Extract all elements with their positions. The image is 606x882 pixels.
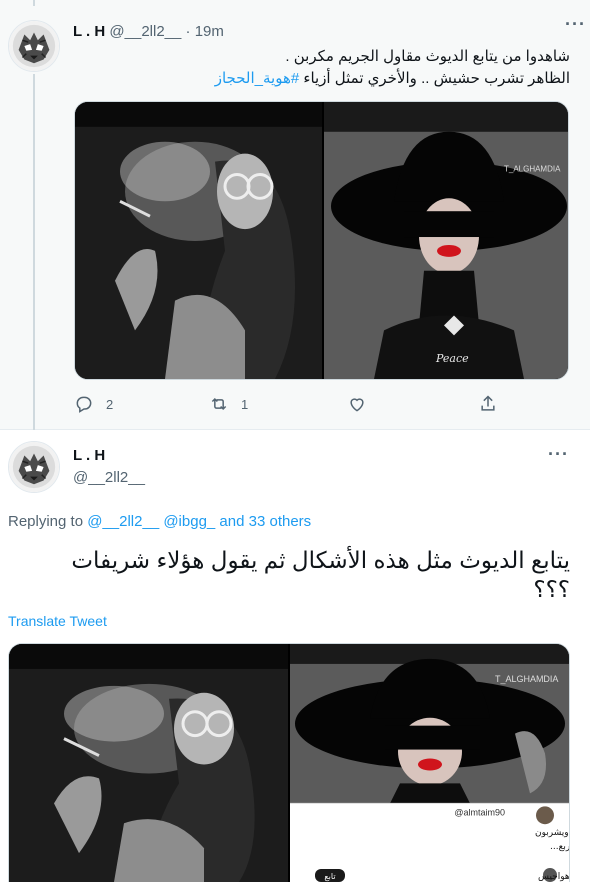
share-icon — [481, 395, 495, 411]
media-photo-smoking-woman[interactable] — [75, 102, 322, 379]
share-button[interactable] — [478, 394, 498, 414]
replying-prefix: Replying to — [8, 513, 84, 530]
hashtag-link[interactable]: #هوية_الحجاز — [215, 70, 299, 87]
reply-count: 2 — [106, 396, 114, 412]
author-handle[interactable]: @__2ll2__ — [73, 469, 145, 486]
tweet-time[interactable]: 19m — [195, 23, 224, 40]
reply-button[interactable]: 2 — [74, 394, 113, 414]
thread-line — [33, 74, 35, 430]
author-handle[interactable]: @__2ll2__ — [109, 23, 181, 40]
retweet-button[interactable]: 1 — [209, 394, 248, 414]
like-button[interactable] — [347, 394, 367, 414]
separator: · — [185, 23, 191, 40]
avatar[interactable] — [8, 20, 60, 72]
avatar[interactable] — [8, 441, 60, 493]
tweet-text-line: يتابع الديوث مثل هذه الأشكال ثم يقول هؤل… — [71, 547, 570, 573]
image-watermark: T_ALGHAMDIA — [504, 165, 561, 174]
replying-to: Replying to @__2ll2__ @ibgg_ and 33 othe… — [8, 513, 311, 530]
author-name[interactable]: L . H — [73, 23, 105, 40]
retweet-count: 1 — [241, 396, 249, 412]
tweet-text: يتابع الديوث مثل هذه الأشكال ثم يقول هؤل… — [10, 546, 570, 604]
embedded-handle: @almtaim90 — [454, 807, 505, 817]
more-options-icon[interactable]: ··· — [565, 14, 586, 35]
tweet-header: L . H @__2ll2__ · 19m — [73, 22, 224, 42]
embedded-name: هواجيس — [538, 872, 570, 882]
reply-icon — [76, 396, 92, 413]
heart-icon — [350, 398, 364, 412]
author-name[interactable]: L . H — [73, 447, 105, 464]
tweet-text-line: شاهدوا من يتابع الديوث مقاول الجريم مكرب… — [285, 48, 570, 65]
wolf-avatar-icon — [9, 21, 59, 71]
tweet-text-line: الظاهر تشرب حشيش .. والأخري تمثل أزياء #… — [80, 68, 570, 90]
more-options-icon[interactable]: ··· — [548, 444, 569, 465]
wolf-avatar-icon — [9, 442, 59, 492]
image-watermark: T_ALGHAMDIA — [495, 674, 558, 684]
thread-connector-top — [33, 0, 35, 6]
embedded-text-line: رئيس جمعية اللي يفطرون كبده ويشربون — [535, 828, 570, 838]
replying-to-link[interactable]: @__2ll2__ @ibgg_ and 33 others — [87, 513, 311, 530]
retweet-icon — [211, 397, 227, 411]
tweet-text-line: ؟؟؟ — [533, 576, 570, 602]
tweet-text: شاهدوا من يتابع الديوث مقاول الجريم مكرب… — [80, 46, 570, 90]
embedded-follow-label: تابع — [324, 872, 335, 881]
media-photo-hat-woman[interactable]: T_ALGHAMDIA Peace — [324, 102, 568, 379]
image-caption: Peace — [435, 352, 469, 365]
tweet-media[interactable]: T_ALGHAMDIA Peace — [74, 101, 569, 380]
translate-tweet-link[interactable]: Translate Tweet — [8, 613, 107, 629]
parent-tweet[interactable]: L . H @__2ll2__ · 19m ··· شاهدوا من يتاب… — [0, 0, 590, 430]
tweet-actions: 2 1 — [0, 394, 590, 418]
tweet-media[interactable]: T_ALGHAMDIA @almtaim90 رئيس جمعية اللي ي… — [8, 643, 570, 882]
media-photo-hat-woman[interactable]: T_ALGHAMDIA @almtaim90 رئيس جمعية اللي ي… — [290, 644, 570, 882]
tweet-text-segment: الظاهر تشرب حشيش .. والأخري تمثل أزياء — [303, 70, 570, 87]
embedded-text-line: #قهوة_كفار و صاحب مقولة #صارحيني مجربع..… — [550, 842, 570, 852]
media-photo-smoking-woman[interactable] — [9, 644, 288, 882]
